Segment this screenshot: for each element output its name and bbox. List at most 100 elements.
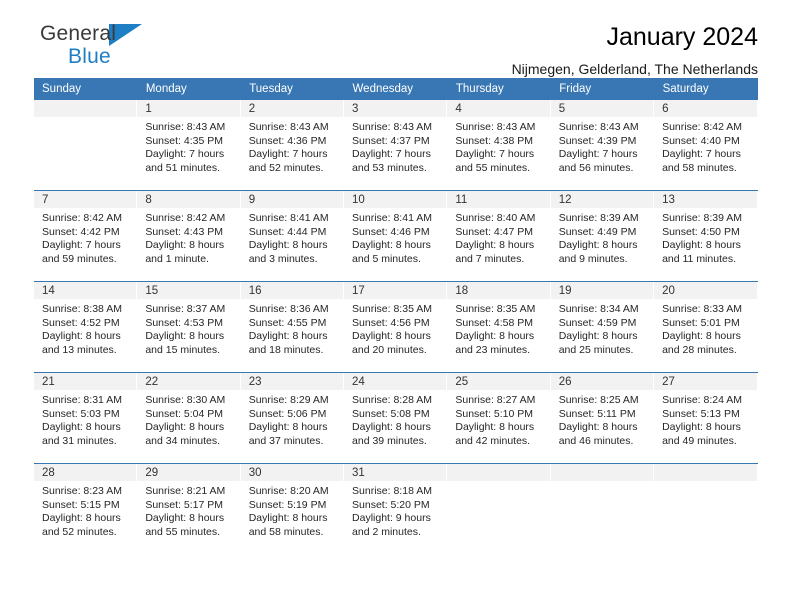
day-cell[interactable] <box>654 463 758 559</box>
day-details: Sunrise: 8:35 AM Sunset: 4:58 PM Dayligh… <box>447 299 549 357</box>
daylight-text-line2: and 52 minutes. <box>42 525 117 538</box>
daylight-text-line2: and 20 minutes. <box>352 343 427 356</box>
day-cell[interactable] <box>447 463 551 559</box>
day-number: 2 <box>240 100 344 117</box>
sunset-text: Sunset: 5:13 PM <box>662 407 740 420</box>
day-cell[interactable]: 2 Sunrise: 8:43 AM Sunset: 4:36 PM Dayli… <box>240 100 345 191</box>
day-details: Sunrise: 8:27 AM Sunset: 5:10 PM Dayligh… <box>447 390 549 448</box>
day-cell[interactable]: 1 Sunrise: 8:43 AM Sunset: 4:35 PM Dayli… <box>137 100 241 191</box>
day-details: Sunrise: 8:38 AM Sunset: 4:52 PM Dayligh… <box>34 299 136 357</box>
location-subtitle: Nijmegen, Gelderland, The Netherlands <box>511 61 758 77</box>
calendar-header-row: Sunday Monday Tuesday Wednesday Thursday… <box>34 78 759 100</box>
sunrise-text: Sunrise: 8:35 AM <box>352 303 432 315</box>
sunset-text: Sunset: 5:08 PM <box>352 407 430 420</box>
sunset-text: Sunset: 5:01 PM <box>662 316 740 329</box>
day-details: Sunrise: 8:42 AM Sunset: 4:40 PM Dayligh… <box>654 117 756 175</box>
sunset-text: Sunset: 4:37 PM <box>352 134 430 147</box>
daylight-text-line1: Daylight: 8 hours <box>145 239 225 252</box>
day-cell[interactable]: 20 Sunrise: 8:33 AM Sunset: 5:01 PM Dayl… <box>654 281 758 373</box>
day-cell[interactable]: 24 Sunrise: 8:28 AM Sunset: 5:08 PM Dayl… <box>344 372 448 464</box>
sunrise-text: Sunrise: 8:43 AM <box>455 121 536 133</box>
day-number: 7 <box>34 191 137 208</box>
day-number: 21 <box>34 373 137 390</box>
daylight-text-line2: and 37 minutes. <box>248 434 324 447</box>
sunset-text: Sunset: 4:35 PM <box>145 134 223 147</box>
daylight-text-line1: Daylight: 8 hours <box>455 330 535 343</box>
day-number: 25 <box>447 373 550 390</box>
day-cell[interactable]: 19 Sunrise: 8:34 AM Sunset: 4:59 PM Dayl… <box>550 281 655 373</box>
sunset-text: Sunset: 4:56 PM <box>352 316 430 329</box>
day-cell[interactable]: 27 Sunrise: 8:24 AM Sunset: 5:13 PM Dayl… <box>654 372 758 464</box>
day-cell[interactable]: 21 Sunrise: 8:31 AM Sunset: 5:03 PM Dayl… <box>34 372 138 464</box>
daylight-text-line2: and 18 minutes. <box>248 343 324 356</box>
daylight-text-line2: and 51 minutes. <box>145 161 221 174</box>
day-cell[interactable]: 14 Sunrise: 8:38 AM Sunset: 4:52 PM Dayl… <box>34 281 138 373</box>
sunset-text: Sunset: 5:15 PM <box>42 498 120 511</box>
day-cell[interactable]: 18 Sunrise: 8:35 AM Sunset: 4:58 PM Dayl… <box>447 281 551 373</box>
day-cell[interactable]: 12 Sunrise: 8:39 AM Sunset: 4:49 PM Dayl… <box>550 190 655 282</box>
day-number: 3 <box>344 100 447 117</box>
day-number: 27 <box>654 373 757 390</box>
calendar-week-row: 28 Sunrise: 8:23 AM Sunset: 5:15 PM Dayl… <box>34 463 758 559</box>
day-cell[interactable]: 6 Sunrise: 8:42 AM Sunset: 4:40 PM Dayli… <box>654 100 758 191</box>
day-details: Sunrise: 8:21 AM Sunset: 5:17 PM Dayligh… <box>137 481 239 539</box>
calendar-body: 1 Sunrise: 8:43 AM Sunset: 4:35 PM Dayli… <box>34 100 758 559</box>
day-cell[interactable] <box>34 100 138 191</box>
page-title: January 2024 <box>606 23 758 51</box>
day-number: 13 <box>654 191 757 208</box>
sunset-text: Sunset: 4:46 PM <box>352 225 430 238</box>
sunrise-text: Sunrise: 8:43 AM <box>352 121 432 133</box>
day-cell[interactable]: 26 Sunrise: 8:25 AM Sunset: 5:11 PM Dayl… <box>550 372 655 464</box>
sunset-text: Sunset: 5:19 PM <box>248 498 327 511</box>
sunrise-text: Sunrise: 8:27 AM <box>455 394 536 406</box>
daylight-text-line1: Daylight: 8 hours <box>42 421 121 434</box>
day-number: 30 <box>240 464 344 481</box>
day-cell[interactable]: 31 Sunrise: 8:18 AM Sunset: 5:20 PM Dayl… <box>344 463 448 559</box>
day-cell[interactable]: 13 Sunrise: 8:39 AM Sunset: 4:50 PM Dayl… <box>654 190 758 282</box>
sunrise-text: Sunrise: 8:35 AM <box>455 303 536 315</box>
sunrise-sunset-calendar: Sunday Monday Tuesday Wednesday Thursday… <box>34 78 759 559</box>
day-cell[interactable]: 28 Sunrise: 8:23 AM Sunset: 5:15 PM Dayl… <box>34 463 138 559</box>
day-number: 26 <box>550 373 654 390</box>
day-cell[interactable]: 23 Sunrise: 8:29 AM Sunset: 5:06 PM Dayl… <box>240 372 345 464</box>
day-cell[interactable]: 16 Sunrise: 8:36 AM Sunset: 4:55 PM Dayl… <box>240 281 345 373</box>
daylight-text-line1: Daylight: 8 hours <box>248 512 328 525</box>
day-cell[interactable]: 15 Sunrise: 8:37 AM Sunset: 4:53 PM Dayl… <box>137 281 241 373</box>
day-cell[interactable]: 4 Sunrise: 8:43 AM Sunset: 4:38 PM Dayli… <box>447 100 551 191</box>
page-header: General Blue January 2024 Nijmegen, Geld… <box>34 0 758 77</box>
sunset-text: Sunset: 4:43 PM <box>145 225 223 238</box>
daylight-text-line1: Daylight: 8 hours <box>145 512 225 525</box>
day-cell[interactable]: 8 Sunrise: 8:42 AM Sunset: 4:43 PM Dayli… <box>137 190 241 282</box>
sunrise-text: Sunrise: 8:43 AM <box>248 121 329 133</box>
day-cell[interactable]: 11 Sunrise: 8:40 AM Sunset: 4:47 PM Dayl… <box>447 190 551 282</box>
day-details: Sunrise: 8:39 AM Sunset: 4:49 PM Dayligh… <box>551 208 653 266</box>
day-cell[interactable] <box>550 463 655 559</box>
day-number: 12 <box>550 191 654 208</box>
day-cell[interactable]: 5 Sunrise: 8:43 AM Sunset: 4:39 PM Dayli… <box>550 100 655 191</box>
daylight-text-line2: and 58 minutes. <box>248 525 324 538</box>
sunset-text: Sunset: 4:53 PM <box>145 316 223 329</box>
daylight-text-line1: Daylight: 8 hours <box>455 239 535 252</box>
day-cell[interactable]: 7 Sunrise: 8:42 AM Sunset: 4:42 PM Dayli… <box>34 190 138 282</box>
daylight-text-line1: Daylight: 8 hours <box>558 330 638 343</box>
day-cell[interactable]: 9 Sunrise: 8:41 AM Sunset: 4:44 PM Dayli… <box>240 190 345 282</box>
day-number: 14 <box>34 282 137 299</box>
sunset-text: Sunset: 4:44 PM <box>248 225 327 238</box>
sunrise-text: Sunrise: 8:43 AM <box>558 121 639 133</box>
day-cell[interactable]: 17 Sunrise: 8:35 AM Sunset: 4:56 PM Dayl… <box>344 281 448 373</box>
day-details: Sunrise: 8:18 AM Sunset: 5:20 PM Dayligh… <box>344 481 446 539</box>
day-cell[interactable]: 3 Sunrise: 8:43 AM Sunset: 4:37 PM Dayli… <box>344 100 448 191</box>
sunset-text: Sunset: 4:39 PM <box>558 134 637 147</box>
sunset-text: Sunset: 4:50 PM <box>662 225 740 238</box>
day-cell[interactable]: 10 Sunrise: 8:41 AM Sunset: 4:46 PM Dayl… <box>344 190 448 282</box>
daylight-text-line1: Daylight: 8 hours <box>145 421 225 434</box>
day-cell[interactable]: 22 Sunrise: 8:30 AM Sunset: 5:04 PM Dayl… <box>137 372 241 464</box>
daylight-text-line1: Daylight: 8 hours <box>662 330 741 343</box>
day-cell[interactable]: 25 Sunrise: 8:27 AM Sunset: 5:10 PM Dayl… <box>447 372 551 464</box>
day-details: Sunrise: 8:43 AM Sunset: 4:39 PM Dayligh… <box>551 117 653 175</box>
day-cell[interactable]: 29 Sunrise: 8:21 AM Sunset: 5:17 PM Dayl… <box>137 463 241 559</box>
daylight-text-line2: and 55 minutes. <box>455 161 531 174</box>
day-details: Sunrise: 8:37 AM Sunset: 4:53 PM Dayligh… <box>137 299 239 357</box>
day-cell[interactable]: 30 Sunrise: 8:20 AM Sunset: 5:19 PM Dayl… <box>240 463 345 559</box>
day-details: Sunrise: 8:43 AM Sunset: 4:37 PM Dayligh… <box>344 117 446 175</box>
